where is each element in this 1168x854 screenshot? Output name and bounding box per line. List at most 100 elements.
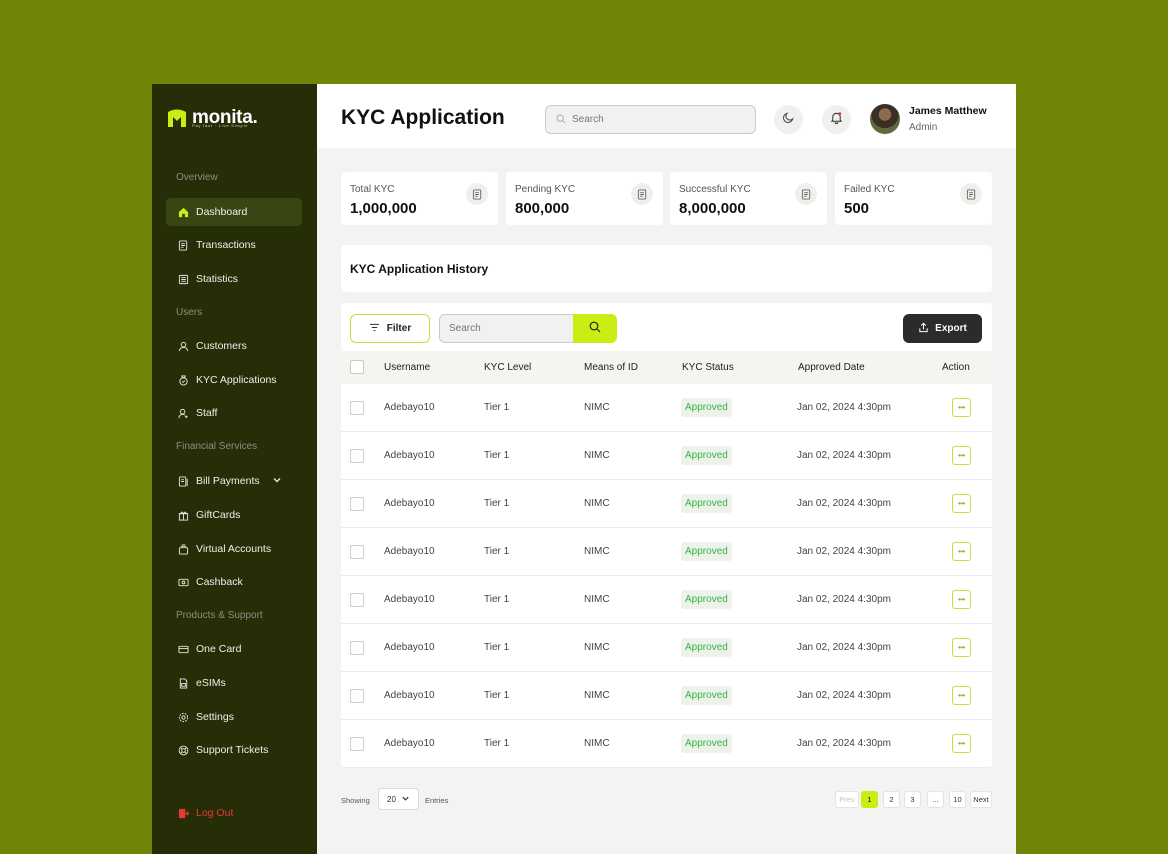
header-search-input[interactable] [572, 114, 742, 125]
more-actions-button[interactable]: ••• [952, 590, 971, 609]
more-actions-button[interactable]: ••• [952, 494, 971, 513]
more-actions-button[interactable]: ••• [952, 542, 971, 561]
more-actions-button[interactable]: ••• [952, 686, 971, 705]
sidebar-item-settings[interactable]: Settings [166, 703, 302, 731]
more-actions-button[interactable]: ••• [952, 398, 971, 417]
sidebar-item-giftcards[interactable]: GiftCards [166, 501, 302, 529]
filter-icon [369, 323, 380, 335]
sidebar-item-label: One Card [196, 643, 242, 655]
table-row[interactable]: Adebayo10 Tier 1 NIMC Approved Jan 02, 2024 … [341, 480, 992, 528]
sidebar-item-customers[interactable]: Customers [166, 332, 302, 360]
next-page-button[interactable]: Next [970, 791, 992, 808]
table-row[interactable]: Adebayo10 Tier 1 NIMC Approved Jan 02, 2024 … [341, 528, 992, 576]
entries-select[interactable]: 20 [378, 788, 419, 810]
sidebar-item-label: Bill Payments [196, 475, 260, 487]
document-icon [466, 183, 488, 205]
row-checkbox[interactable] [350, 449, 364, 463]
top-header: KYC Application James Matthew Admin [317, 84, 1016, 148]
ellipsis-icon: ••• [958, 691, 965, 700]
row-checkbox[interactable] [350, 641, 364, 655]
row-checkbox[interactable] [350, 689, 364, 703]
row-checkbox[interactable] [350, 545, 364, 559]
filter-button[interactable]: Filter [350, 314, 430, 343]
column-header[interactable]: KYC Status [682, 362, 734, 373]
cell-username: Adebayo10 [384, 498, 435, 509]
support-icon [177, 744, 189, 756]
sidebar-item-label: Settings [196, 711, 234, 723]
page-button-3[interactable]: 3 [904, 791, 921, 808]
cell-means-of-id: NIMC [584, 450, 610, 461]
section-products-support: Products & Support [176, 610, 263, 621]
more-actions-button[interactable]: ••• [952, 638, 971, 657]
row-checkbox[interactable] [350, 593, 364, 607]
notifications-button[interactable] [822, 105, 851, 134]
sidebar-item-kyc-applications[interactable]: KYC Applications [166, 366, 302, 394]
brand-tagline: Pay fast · Live Simple [192, 123, 249, 128]
stat-label: Failed KYC [844, 184, 895, 195]
sidebar-item-esims[interactable]: eSIMs [166, 669, 302, 697]
moon-icon [782, 111, 795, 129]
table-row[interactable]: Adebayo10 Tier 1 NIMC Approved Jan 02, 2024 … [341, 672, 992, 720]
status-badge: Approved [681, 590, 732, 609]
sidebar-item-label: Customers [196, 340, 247, 352]
logout-button[interactable]: Log Out [166, 799, 302, 827]
sidebar-item-label: Transactions [196, 239, 256, 251]
row-checkbox[interactable] [350, 401, 364, 415]
bill-icon [177, 475, 189, 487]
table-search-button[interactable] [573, 314, 617, 343]
sidebar-item-support-tickets[interactable]: Support Tickets [166, 736, 302, 764]
export-button[interactable]: Export [903, 314, 982, 343]
select-all-checkbox[interactable] [350, 360, 364, 374]
sidebar-item-bill-payments[interactable]: Bill Payments [166, 467, 302, 495]
column-header[interactable]: KYC Level [484, 362, 531, 373]
stat-label: Pending KYC [515, 184, 576, 195]
sidebar-item-staff[interactable]: Staff [166, 399, 302, 427]
sidebar-item-cashback[interactable]: Cashback [166, 568, 302, 596]
column-header[interactable]: Means of ID [584, 362, 638, 373]
page-button-10[interactable]: 10 [949, 791, 966, 808]
gift-icon [177, 509, 189, 521]
column-header: Action [942, 362, 970, 373]
dark-mode-toggle[interactable] [774, 105, 803, 134]
kyc-table-card: Filter Export Username KYC Level Means o… [341, 303, 992, 768]
table-row[interactable]: Adebayo10 Tier 1 NIMC Approved Jan 02, 2024 … [341, 384, 992, 432]
table-row[interactable]: Adebayo10 Tier 1 NIMC Approved Jan 02, 2024 … [341, 624, 992, 672]
section-overview: Overview [176, 172, 218, 183]
prev-page-button[interactable]: Prev [835, 791, 859, 808]
sidebar-item-virtual-accounts[interactable]: Virtual Accounts [166, 535, 302, 563]
table-search-input[interactable] [449, 323, 569, 334]
table-row[interactable]: Adebayo10 Tier 1 NIMC Approved Jan 02, 2024 … [341, 576, 992, 624]
statistics-icon [177, 273, 189, 285]
cell-approved-date: Jan 02, 2024 4:30pm [797, 402, 891, 413]
cell-kyc-level: Tier 1 [484, 546, 510, 557]
row-checkbox[interactable] [350, 497, 364, 511]
table-search[interactable] [439, 314, 574, 343]
user-name: James Matthew [909, 105, 987, 117]
cell-means-of-id: NIMC [584, 498, 610, 509]
header-search[interactable] [545, 105, 756, 134]
app-window: monita. Pay fast · Live Simple Overview … [152, 84, 1016, 854]
sidebar-item-label: GiftCards [196, 509, 241, 521]
sidebar-item-one-card[interactable]: One Card [166, 635, 302, 663]
column-header[interactable]: Approved Date [798, 362, 865, 373]
cell-approved-date: Jan 02, 2024 4:30pm [797, 690, 891, 701]
page-button-1[interactable]: 1 [861, 791, 878, 808]
chevron-down-icon[interactable] [272, 475, 282, 488]
sidebar-item-transactions[interactable]: Transactions [166, 231, 302, 259]
table-row[interactable]: Adebayo10 Tier 1 NIMC Approved Jan 02, 2024 … [341, 432, 992, 480]
page-button-2[interactable]: 2 [883, 791, 900, 808]
table-row[interactable]: Adebayo10 Tier 1 NIMC Approved Jan 02, 2024 … [341, 720, 992, 768]
export-icon [918, 322, 929, 336]
avatar[interactable] [870, 104, 900, 134]
status-badge: Approved [681, 446, 732, 465]
sidebar-item-statistics[interactable]: Statistics [166, 265, 302, 293]
cell-kyc-level: Tier 1 [484, 450, 510, 461]
more-actions-button[interactable]: ••• [952, 734, 971, 753]
row-checkbox[interactable] [350, 737, 364, 751]
cell-means-of-id: NIMC [584, 546, 610, 557]
search-icon [589, 320, 601, 338]
sidebar-item-dashboard[interactable]: Dashboard [166, 198, 302, 226]
more-actions-button[interactable]: ••• [952, 446, 971, 465]
column-header[interactable]: Username [384, 362, 430, 373]
page-ellipsis[interactable]: ... [927, 791, 944, 808]
